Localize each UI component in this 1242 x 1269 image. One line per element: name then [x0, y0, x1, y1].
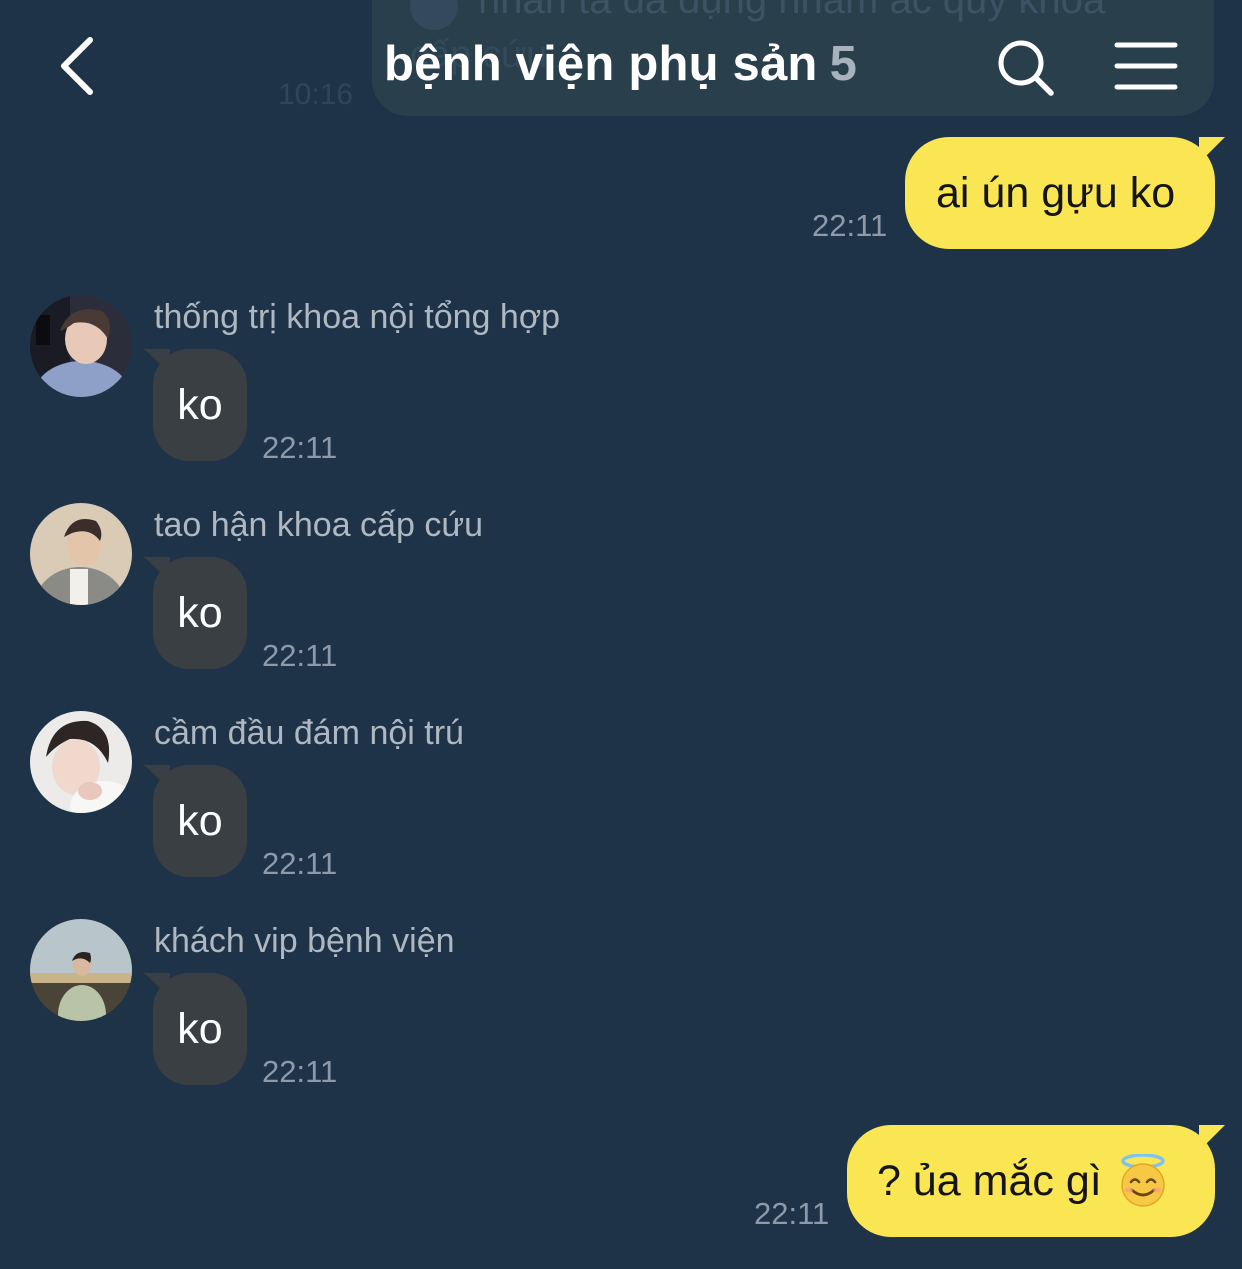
member-count: 5 — [829, 37, 858, 91]
smiling-face-with-halo-icon — [1120, 1154, 1165, 1207]
message-time: 22:11 — [262, 638, 338, 673]
menu-button[interactable] — [1114, 40, 1178, 92]
sender-name: tao hận khoa cấp cứu — [154, 506, 483, 544]
avatar[interactable] — [30, 919, 132, 1021]
message-time: 22:11 — [754, 1196, 830, 1231]
message-time: 22:11 — [262, 846, 338, 881]
previous-message-time: 10:16 — [278, 78, 354, 111]
profile-photo — [30, 919, 132, 1021]
chat-screen: nhân ta đã dụng nhầm ác quỷ khoa cấp cứu… — [0, 0, 1242, 1269]
my-message-bubble[interactable]: ? ủa mắc gì — [847, 1125, 1225, 1237]
message-time: 22:11 — [812, 208, 888, 243]
search-icon — [998, 40, 1054, 96]
message-time: 22:11 — [262, 430, 338, 465]
message-text: ai ún gựu ko — [936, 168, 1176, 217]
hamburger-menu-icon — [1114, 42, 1178, 90]
search-button[interactable] — [994, 36, 1058, 100]
profile-photo — [30, 711, 132, 813]
avatar[interactable] — [30, 295, 132, 397]
profile-photo — [30, 295, 132, 397]
avatar[interactable] — [30, 711, 132, 813]
their-message-bubble[interactable]: ko — [144, 765, 247, 877]
their-message-bubble[interactable]: ko — [144, 557, 247, 669]
avatar[interactable] — [30, 503, 132, 605]
message-text: ko — [177, 380, 223, 429]
sender-name: cầm đầu đám nội trú — [154, 714, 464, 752]
message-text: ? ủa mắc gì — [877, 1156, 1102, 1205]
chat-name: bệnh viện phụ sản — [384, 37, 818, 91]
sender-name: khách vip bệnh viện — [154, 922, 455, 960]
their-message-bubble[interactable]: ko — [144, 973, 247, 1085]
message-time: 22:11 — [262, 1054, 338, 1089]
their-message-bubble[interactable]: ko — [144, 349, 247, 461]
chat-title[interactable]: bệnh viện phụ sản 5 — [384, 36, 857, 92]
my-message-bubble[interactable]: ai ún gựu ko — [905, 137, 1225, 249]
sender-name: thống trị khoa nội tổng hợp — [154, 298, 561, 336]
back-button[interactable] — [48, 30, 112, 102]
previous-message-text: nhân ta đã dụng nhầm ác quỷ khoa — [478, 0, 1106, 22]
message-text: ko — [177, 796, 223, 845]
message-text: ko — [177, 588, 223, 637]
chevron-left-icon — [61, 37, 93, 95]
profile-photo — [30, 503, 132, 605]
message-text: ko — [177, 1004, 223, 1053]
